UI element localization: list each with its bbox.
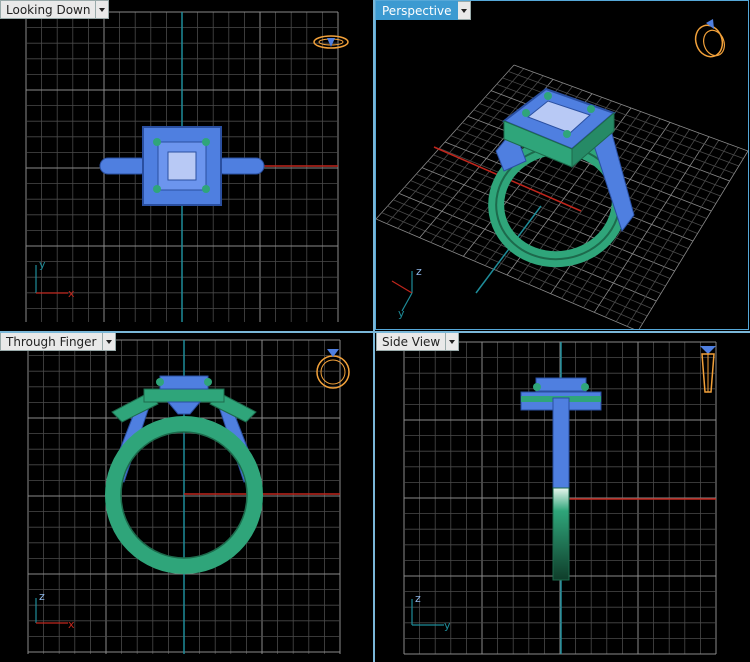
- ring-orientation-gizmo-icon: [694, 19, 725, 58]
- center-stone: [159, 375, 209, 390]
- viewport-title-side-view[interactable]: Side View: [376, 332, 460, 351]
- viewport-looking-down[interactable]: y x Looking Down: [0, 0, 374, 330]
- center-stone: [535, 377, 587, 392]
- axis-label-z: z: [415, 592, 421, 605]
- axis-label-x: x: [68, 287, 75, 300]
- viewport-divider-horizontal[interactable]: [0, 331, 750, 333]
- prong: [202, 185, 210, 193]
- viewport-through-finger[interactable]: z x Through Finger: [0, 332, 374, 662]
- prong: [153, 185, 161, 193]
- viewport-perspective[interactable]: z y Perspective: [375, 0, 749, 330]
- ring-orientation-gizmo-icon: [316, 349, 350, 389]
- axis-label-z: z: [39, 590, 45, 603]
- axis-label-y: y: [444, 619, 451, 632]
- stone-pavilion: [166, 401, 202, 415]
- side-view-scene: z y: [403, 341, 717, 655]
- prong: [202, 138, 210, 146]
- viewport-name[interactable]: Looking Down: [0, 0, 97, 19]
- dropdown-arrow-icon[interactable]: [457, 1, 471, 20]
- shank-profile-upper: [552, 397, 570, 489]
- ring-shank-right: [215, 157, 265, 175]
- axis-label-y: y: [398, 307, 405, 320]
- perspective-scene: z y: [376, 19, 748, 329]
- ring-shank-left: [99, 157, 149, 175]
- viewport-title-looking-down[interactable]: Looking Down: [0, 0, 110, 19]
- stone-table: [167, 151, 197, 181]
- prong: [153, 138, 161, 146]
- viewport-title-perspective[interactable]: Perspective: [376, 1, 471, 20]
- axis-label-y: y: [39, 258, 46, 271]
- dropdown-arrow-icon[interactable]: [96, 0, 110, 19]
- ring-orientation-gizmo-icon: [313, 35, 349, 49]
- dropdown-arrow-icon[interactable]: [446, 332, 460, 351]
- dropdown-arrow-icon[interactable]: [102, 332, 116, 351]
- viewport-title-through-finger[interactable]: Through Finger: [0, 332, 116, 351]
- viewport-name[interactable]: Perspective: [376, 1, 458, 20]
- shank-profile-lower: [552, 487, 570, 581]
- ring-orientation-gizmo-icon: [700, 346, 716, 393]
- viewport-side-view[interactable]: z y Side View: [376, 332, 750, 662]
- looking-down-scene: y x: [25, 11, 349, 322]
- axis-label-z: z: [416, 265, 422, 278]
- ring-head-gallery: [143, 388, 225, 403]
- viewport-name[interactable]: Side View: [376, 332, 447, 351]
- axis-label-x: x: [68, 618, 75, 631]
- through-finger-scene: z x: [27, 339, 350, 654]
- viewport-name[interactable]: Through Finger: [0, 332, 103, 351]
